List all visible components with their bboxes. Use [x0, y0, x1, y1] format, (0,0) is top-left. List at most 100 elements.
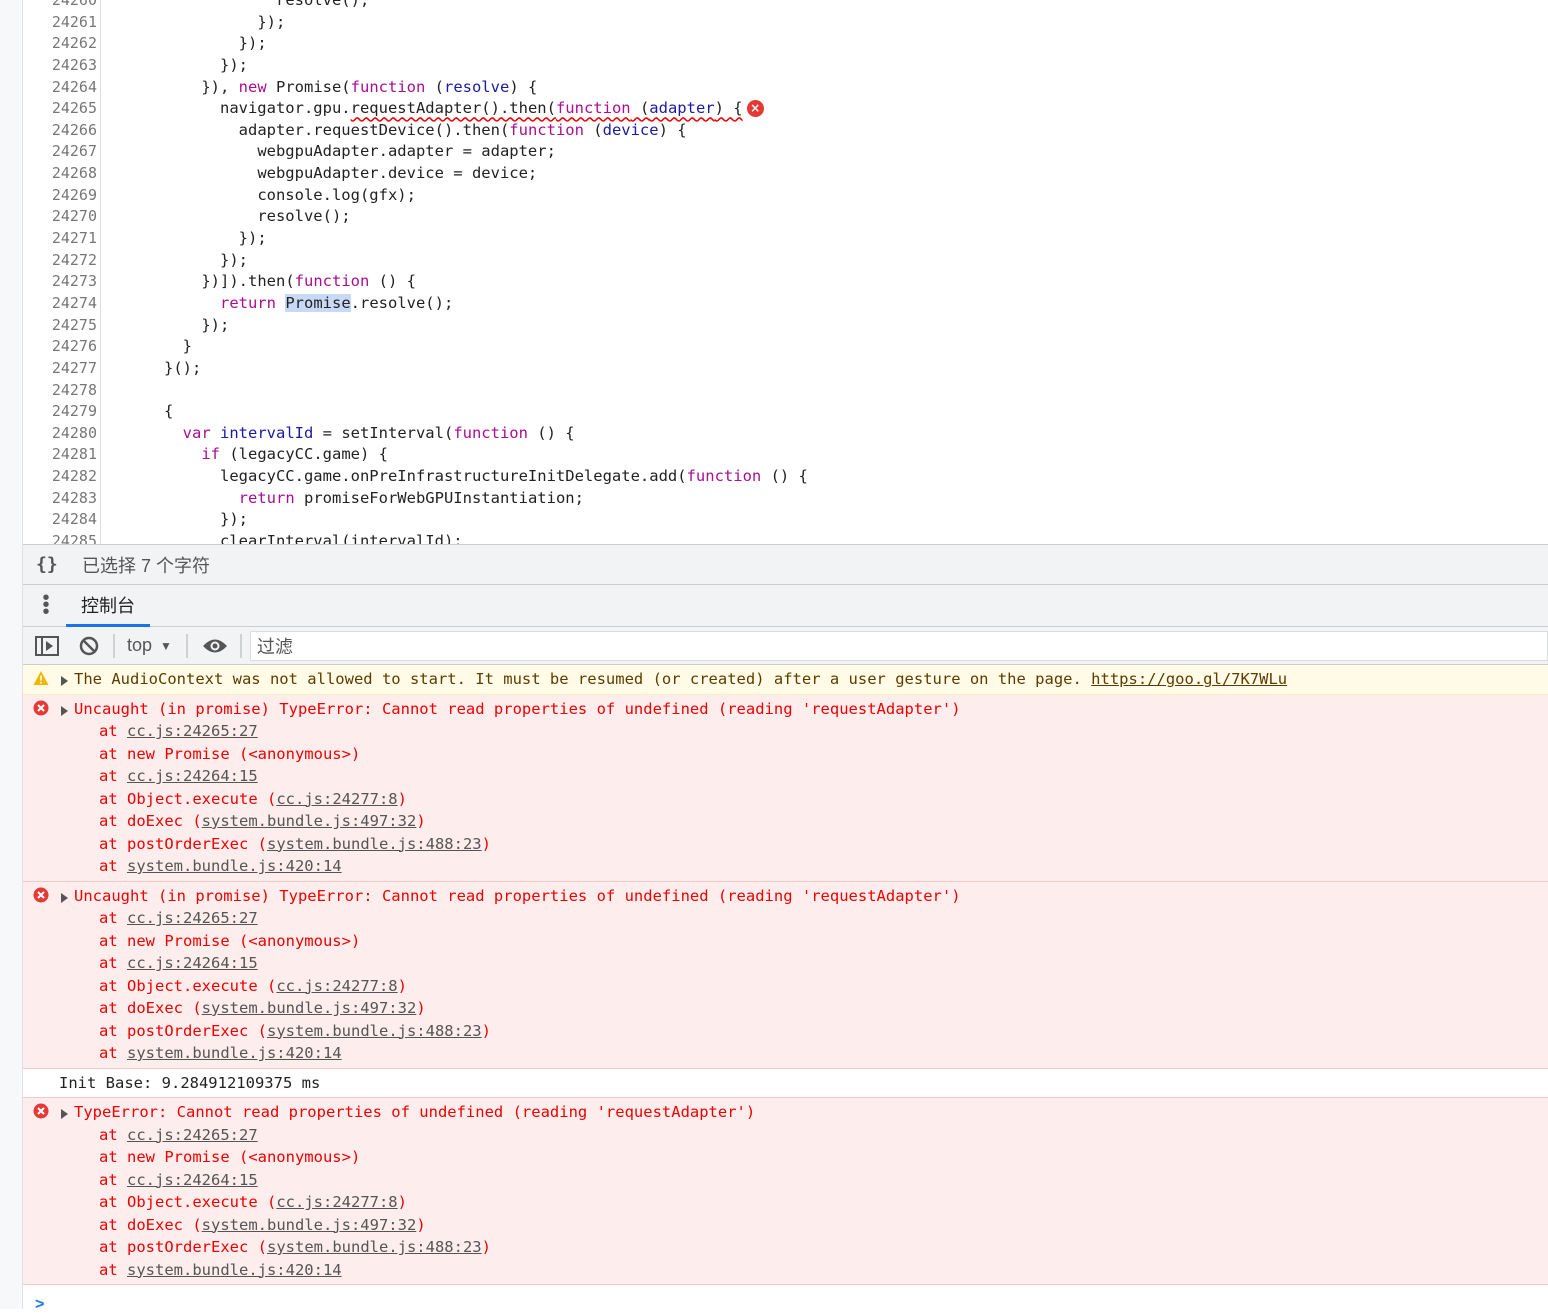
- code-line: 24260 resolve();: [23, 0, 1548, 12]
- frame-source-link[interactable]: system.bundle.js:488:23: [267, 1238, 482, 1256]
- filter-input[interactable]: 过滤: [249, 630, 1548, 661]
- console-message-error: TypeError: Cannot read properties of und…: [23, 1098, 1548, 1285]
- code-token: () {: [761, 467, 808, 486]
- frame-function: new Promise (<anonymous>): [127, 931, 361, 950]
- frame-source-link[interactable]: cc.js:24277:8: [276, 790, 397, 808]
- line-number[interactable]: 24269: [23, 185, 97, 207]
- message-body: The AudioContext was not allowed to star…: [74, 670, 1092, 688]
- tab-console[interactable]: 控制台: [66, 585, 150, 627]
- code-text: adapter.requestDevice().then(function (d…: [108, 120, 687, 142]
- message-text: The AudioContext was not allowed to star…: [23, 668, 1548, 691]
- stack-frame: at cc.js:24264:15: [23, 765, 1548, 788]
- console-message-log: Init Base: 9.284912109375 ms: [23, 1068, 1548, 1098]
- frame-source-link[interactable]: system.bundle.js:488:23: [267, 1022, 482, 1040]
- line-number[interactable]: 24265: [23, 98, 97, 120]
- line-number[interactable]: 24285: [23, 531, 97, 544]
- line-number[interactable]: 24279: [23, 401, 97, 423]
- frame-source-link[interactable]: cc.js:24264:15: [127, 1171, 258, 1189]
- message-body: TypeError: Cannot read properties of und…: [74, 1103, 756, 1121]
- line-number[interactable]: 24272: [23, 250, 97, 272]
- frame-prefix: at: [99, 767, 127, 785]
- line-number[interactable]: 24278: [23, 380, 97, 402]
- context-label: top: [127, 635, 153, 655]
- frame-source-link[interactable]: system.bundle.js:488:23: [267, 835, 482, 853]
- drawer-tab-bar: • • • 控制台: [23, 585, 1548, 627]
- frame-source-link[interactable]: cc.js:24277:8: [276, 977, 397, 995]
- expand-triangle-icon[interactable]: [61, 676, 68, 686]
- expand-triangle-icon[interactable]: [61, 1109, 68, 1119]
- line-number[interactable]: 24283: [23, 488, 97, 510]
- code-token: }();: [164, 358, 202, 377]
- live-expression-eye-icon[interactable]: [202, 637, 228, 655]
- frame-source-link[interactable]: system.bundle.js:497:32: [202, 1216, 417, 1234]
- code-line: 24263 });: [23, 55, 1548, 77]
- context-selector[interactable]: top ▼: [127, 635, 172, 656]
- line-number[interactable]: 24281: [23, 444, 97, 466]
- code-token: if: [201, 445, 220, 464]
- line-number[interactable]: 24263: [23, 55, 97, 77]
- pretty-print-button[interactable]: {}: [36, 554, 82, 575]
- code-token: adapter.requestDevice().then(: [238, 120, 510, 139]
- code-token: (legacyCC.game) {: [220, 445, 388, 464]
- code-token: return: [238, 488, 295, 507]
- line-number[interactable]: 24262: [23, 33, 97, 55]
- code-token: ) {: [714, 99, 743, 118]
- frame-prefix: at: [99, 722, 127, 740]
- line-number[interactable]: 24275: [23, 315, 97, 337]
- line-number[interactable]: 24266: [23, 120, 97, 142]
- frame-source-link[interactable]: cc.js:24265:27: [127, 1126, 258, 1144]
- line-number[interactable]: 24282: [23, 466, 97, 488]
- code-line: 24266 adapter.requestDevice().then(funct…: [23, 120, 1548, 142]
- code-token: }),: [201, 77, 239, 96]
- line-number[interactable]: 24284: [23, 509, 97, 531]
- line-number[interactable]: 24264: [23, 77, 97, 99]
- frame-source-link[interactable]: cc.js:24264:15: [127, 954, 258, 972]
- code-token: function: [294, 272, 370, 291]
- line-number[interactable]: 24270: [23, 206, 97, 228]
- message-text: Init Base: 9.284912109375 ms: [23, 1072, 1548, 1095]
- expand-triangle-icon[interactable]: [61, 705, 68, 716]
- frame-source-link[interactable]: system.bundle.js:497:32: [202, 812, 417, 830]
- code-token: });: [238, 34, 267, 53]
- line-number[interactable]: 24274: [23, 293, 97, 315]
- expand-triangle-icon[interactable]: [61, 892, 68, 903]
- frame-prefix: at: [99, 1148, 127, 1166]
- code-token: });: [219, 55, 248, 74]
- code-token: legacyCC.game.onPreInfrastructureInitDel…: [219, 467, 687, 486]
- frame-source-link[interactable]: system.bundle.js:420:14: [127, 1261, 342, 1279]
- stack-frame: at system.bundle.js:420:14: [23, 1042, 1548, 1065]
- line-number[interactable]: 24267: [23, 141, 97, 163]
- frame-source-link[interactable]: cc.js:24264:15: [127, 767, 258, 785]
- toolbar-divider: [113, 633, 115, 658]
- error-icon[interactable]: ×: [746, 100, 764, 118]
- sidebar-toggle-icon[interactable]: [35, 635, 59, 656]
- line-number[interactable]: 24277: [23, 358, 97, 380]
- line-number[interactable]: 24276: [23, 336, 97, 358]
- console-messages: The AudioContext was not allowed to star…: [23, 665, 1548, 1285]
- console-prompt[interactable]: >: [35, 1296, 44, 1314]
- stack-frame: at cc.js:24264:15: [23, 952, 1548, 975]
- clear-console-icon[interactable]: [79, 636, 99, 656]
- frame-prefix: at: [99, 744, 127, 763]
- code-text: if (legacyCC.game) {: [108, 444, 388, 466]
- line-number[interactable]: 24271: [23, 228, 97, 250]
- line-number[interactable]: 24261: [23, 12, 97, 34]
- more-options-icon[interactable]: • • •: [41, 588, 51, 622]
- frame-source-link[interactable]: cc.js:24265:27: [127, 909, 258, 927]
- message-link[interactable]: https://goo.gl/7K7WLu: [1091, 670, 1287, 688]
- source-editor[interactable]: 24260 resolve(); 24261 }); 24262 }); 24263 …: [23, 0, 1548, 544]
- line-number[interactable]: 24268: [23, 163, 97, 185]
- code-token: });: [219, 250, 248, 269]
- line-number[interactable]: 24273: [23, 271, 97, 293]
- line-number[interactable]: 24280: [23, 423, 97, 445]
- code-token: return: [219, 293, 276, 312]
- frame-source-link[interactable]: system.bundle.js:497:32: [202, 999, 417, 1017]
- frame-source-link[interactable]: system.bundle.js:420:14: [127, 1044, 342, 1062]
- message-text: TypeError: Cannot read properties of und…: [23, 1101, 1548, 1124]
- code-token: clearInterval(intervalId);: [219, 532, 463, 544]
- frame-source-link[interactable]: cc.js:24277:8: [276, 1193, 397, 1211]
- frame-source-link[interactable]: cc.js:24265:27: [127, 722, 258, 740]
- frame-source-link[interactable]: system.bundle.js:420:14: [127, 857, 342, 875]
- code-token: {: [164, 402, 174, 421]
- line-number[interactable]: 24260: [23, 0, 97, 12]
